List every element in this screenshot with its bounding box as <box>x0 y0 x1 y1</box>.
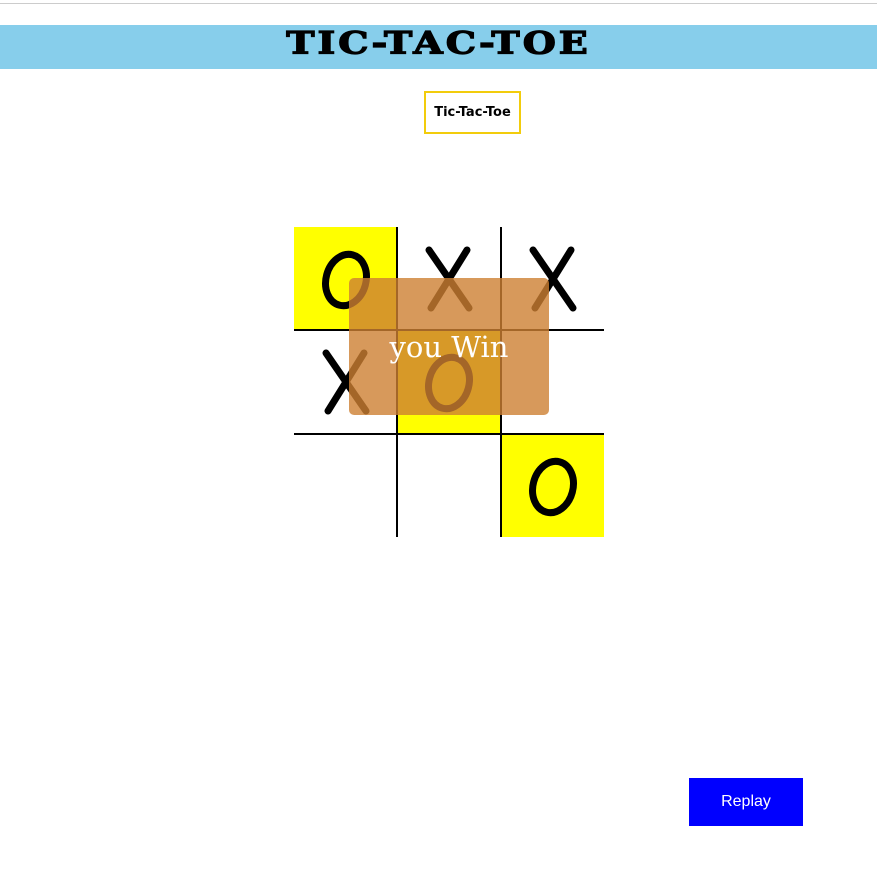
result-popup: you Win <box>349 278 549 415</box>
board-cell-8[interactable] <box>501 434 604 537</box>
replay-button[interactable]: Replay <box>689 778 803 826</box>
page-title: Tic-Tac-Toe <box>285 24 591 61</box>
grid-line-horizontal-2 <box>294 433 604 435</box>
subtitle-label: Tic-Tac-Toe <box>424 91 521 134</box>
o-mark-icon <box>528 457 577 516</box>
board-cell-7[interactable] <box>397 434 500 537</box>
title-banner: Tic-Tac-Toe <box>0 25 877 69</box>
board-cell-6[interactable] <box>294 434 397 537</box>
result-message: you Win <box>389 330 509 364</box>
top-divider <box>0 3 877 4</box>
